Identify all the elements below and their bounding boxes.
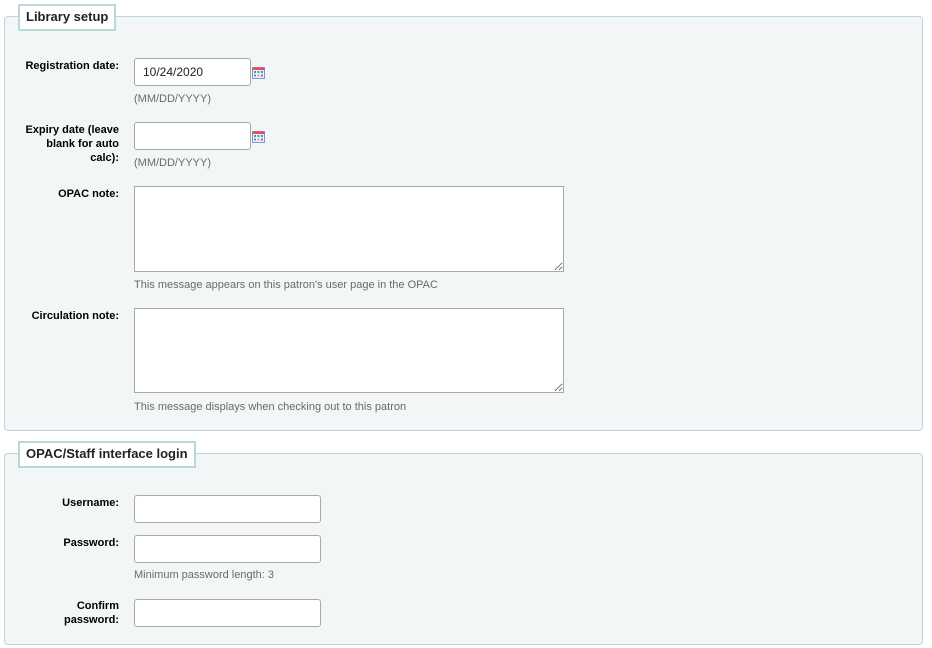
- expiry-date-format-hint: (MM/DD/YYYY): [134, 157, 211, 169]
- calendar-icon[interactable]: [252, 67, 265, 79]
- confirm-label-line-2: password:: [63, 614, 119, 626]
- expiry-date-input[interactable]: [134, 122, 251, 150]
- registration-date-input[interactable]: [134, 58, 251, 86]
- password-label: Password:: [63, 537, 119, 549]
- library-setup-fieldset: Library setup Registration date: (MM/DD/…: [4, 4, 923, 431]
- opac-note-hint: This message appears on this patron's us…: [134, 279, 438, 291]
- expiry-label-line-2: blank for auto: [46, 138, 119, 150]
- circulation-note-textarea[interactable]: [134, 308, 564, 393]
- circulation-note-hint: This message displays when checking out …: [134, 401, 407, 413]
- library-setup-legend: Library setup: [18, 4, 117, 31]
- expiry-date-label: Expiry date (leave blank for auto calc):: [4, 123, 119, 165]
- username-label: Username:: [62, 497, 119, 509]
- opac-note-label: OPAC note:: [58, 188, 119, 200]
- expiry-label-line-3: calc):: [90, 152, 119, 164]
- expiry-label-line-1: Expiry date (leave: [25, 124, 119, 136]
- confirm-password-input[interactable]: [134, 599, 321, 627]
- password-length-hint: Minimum password length: 3: [134, 569, 275, 581]
- opac-note-textarea[interactable]: [134, 186, 564, 272]
- confirm-label-line-1: Confirm: [76, 600, 119, 612]
- login-fieldset: OPAC/Staff interface login Username: Pas…: [4, 441, 923, 645]
- registration-date-label: Registration date:: [25, 60, 119, 72]
- registration-date-format-hint: (MM/DD/YYYY): [134, 93, 211, 105]
- username-input[interactable]: [134, 495, 321, 523]
- password-input[interactable]: [134, 535, 321, 563]
- calendar-icon[interactable]: [252, 131, 265, 143]
- login-legend: OPAC/Staff interface login: [18, 441, 196, 468]
- circulation-note-label: Circulation note:: [31, 310, 119, 322]
- confirm-password-label: Confirm password:: [4, 599, 119, 627]
